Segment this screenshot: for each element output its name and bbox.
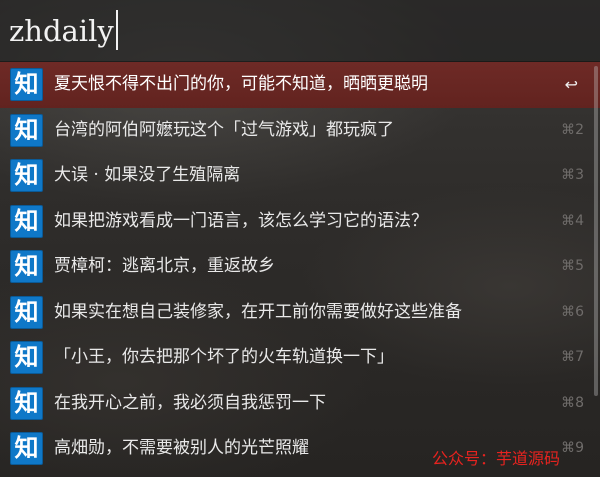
zhihu-icon: 知 (10, 250, 43, 283)
results-list: 知 夏天恨不得不出门的你，可能不知道，晒晒更聪明 ↩ 知 台湾的阿伯阿嬷玩这个「… (0, 62, 600, 472)
result-title: 贾樟柯：逃离北京，重返故乡 (54, 256, 275, 276)
result-row[interactable]: 知 如果把游戏看成一门语言，该怎么学习它的语法？ ⌘4 (0, 199, 600, 245)
result-row[interactable]: 知 台湾的阿伯阿嬷玩这个「过气游戏」都玩疯了 ⌘2 (0, 108, 600, 154)
zhihu-icon: 知 (10, 295, 43, 329)
zhihu-icon: 知 (10, 159, 43, 192)
watermark-text: 公众号：芋道源码 (432, 449, 561, 468)
result-title: 「小王，你去把那个坏了的火车轨道换一下」 (54, 347, 394, 367)
result-title: 如果把游戏看成一门语言，该怎么学习它的语法？ (54, 210, 428, 231)
result-shortcut: ⌘6 (561, 303, 584, 320)
search-input[interactable]: zhdaily (9, 10, 118, 50)
result-shortcut: ⌘9 (561, 440, 584, 456)
alfred-window: zhdaily 知 夏天恨不得不出门的你，可能不知道，晒晒更聪明 ↩ 知 台湾的… (0, 0, 600, 477)
result-row[interactable]: 知 贾樟柯：逃离北京，重返故乡 ⌘5 (0, 244, 600, 290)
text-caret (115, 10, 118, 50)
return-key-icon: ↩ (564, 75, 578, 94)
result-shortcut: ⌘7 (561, 349, 584, 365)
result-title: 高畑勋，不需要被别人的光芒照耀 (54, 438, 309, 458)
result-row[interactable]: 知 「小王，你去把那个坏了的火车轨道换一下」 ⌘7 (0, 335, 600, 381)
result-title: 在我开心之前，我必须自我惩罚一下 (54, 392, 326, 413)
zhihu-icon: 知 (10, 432, 43, 465)
zhihu-icon: 知 (10, 204, 43, 238)
result-shortcut: ⌘4 (561, 212, 584, 229)
result-row[interactable]: 知 夏天恨不得不出门的你，可能不知道，晒晒更聪明 ↩ (0, 62, 600, 108)
result-title: 夏天恨不得不出门的你，可能不知道，晒晒更聪明 (54, 74, 428, 94)
result-title: 如果实在想自己装修家，在开工前你需要做好这些准备 (54, 301, 462, 322)
search-input-text: zhdaily (9, 14, 114, 48)
result-row[interactable]: 知 在我开心之前，我必须自我惩罚一下 ⌘8 (0, 381, 600, 427)
result-shortcut: ⌘3 (561, 167, 584, 183)
zhihu-icon: 知 (10, 68, 43, 101)
zhihu-icon: 知 (10, 113, 43, 147)
search-bar[interactable]: zhdaily (0, 0, 600, 62)
scrollbar[interactable] (594, 66, 598, 396)
result-shortcut: ⌘8 (561, 394, 584, 411)
result-row[interactable]: 知 如果实在想自己装修家，在开工前你需要做好这些准备 ⌘6 (0, 290, 600, 336)
result-row[interactable]: 知 大误 · 如果没了生殖隔离 ⌘3 (0, 153, 600, 199)
zhihu-icon: 知 (10, 386, 43, 420)
zhihu-icon: 知 (10, 341, 43, 374)
result-title: 台湾的阿伯阿嬷玩这个「过气游戏」都玩疯了 (54, 119, 394, 140)
result-shortcut: ⌘5 (561, 258, 584, 274)
result-title: 大误 · 如果没了生殖隔离 (54, 165, 241, 185)
result-shortcut: ⌘2 (561, 121, 584, 138)
